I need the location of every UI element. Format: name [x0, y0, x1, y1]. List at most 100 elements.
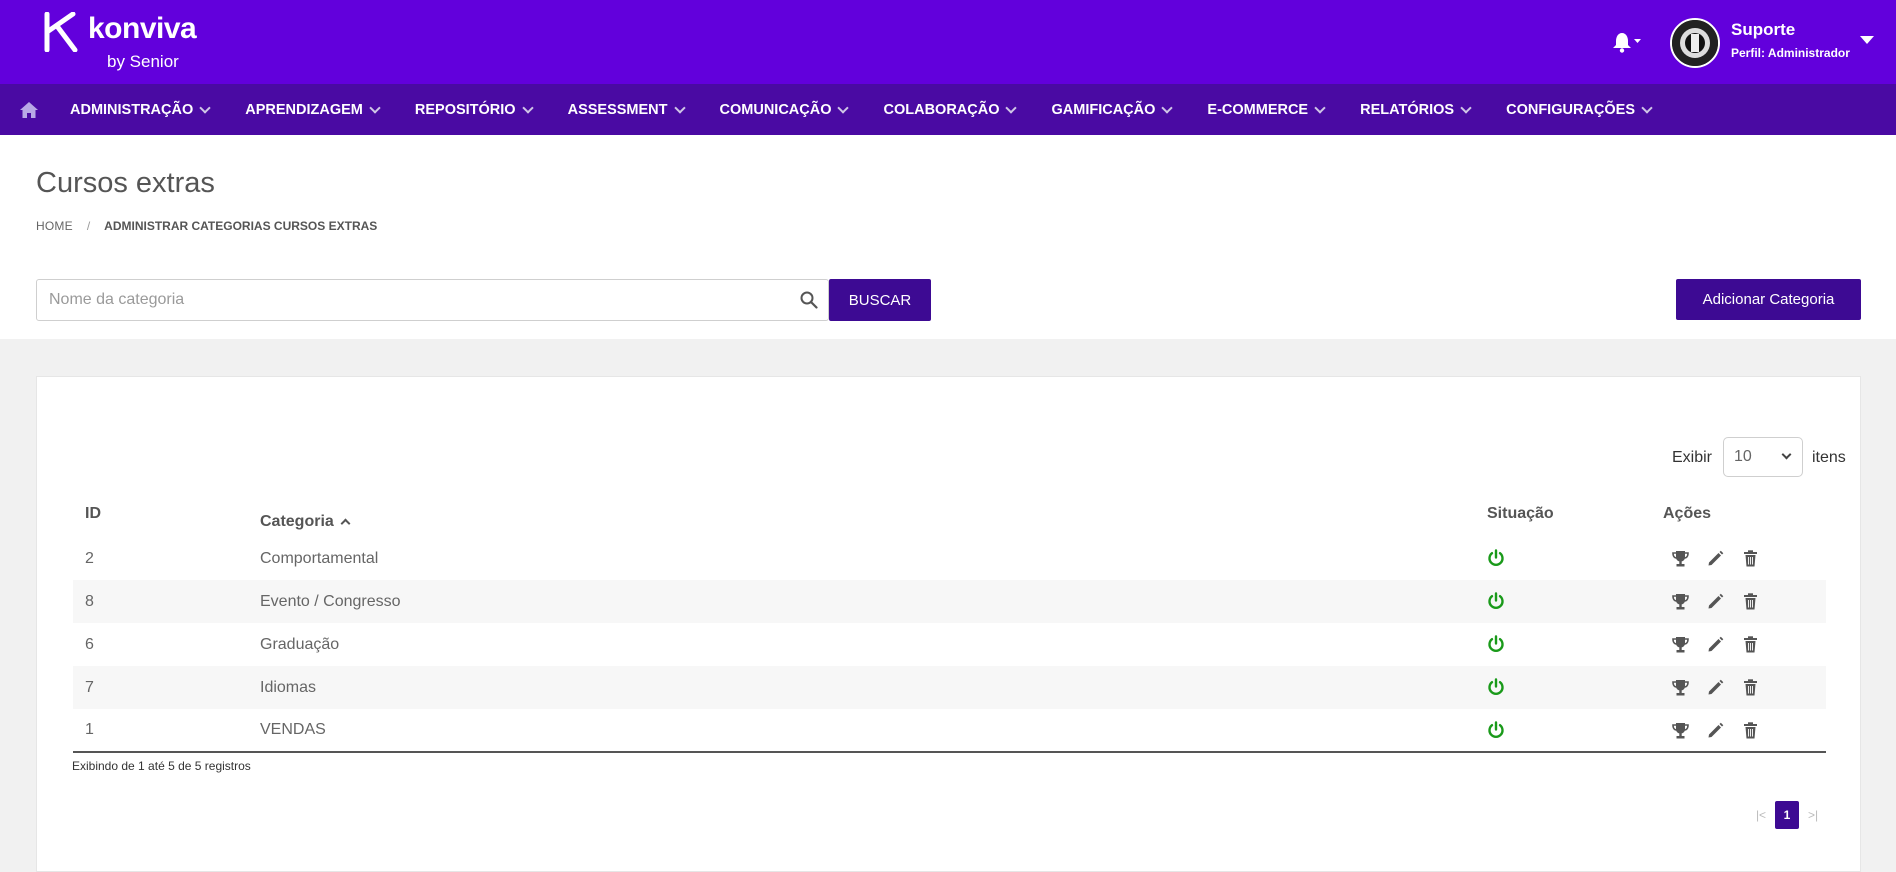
search-box	[36, 279, 829, 321]
cell-actions	[1651, 537, 1826, 580]
nav-item-comunicacao[interactable]: COMUNICAÇÃO	[708, 84, 860, 135]
chevron-down-icon	[1314, 101, 1326, 114]
breadcrumb-home-link[interactable]: HOME	[36, 219, 73, 233]
konviva-logo[interactable]: konviva by Senior	[43, 12, 203, 74]
chevron-down-icon	[521, 101, 534, 114]
power-icon[interactable]	[1487, 678, 1505, 696]
avatar[interactable]	[1670, 18, 1720, 68]
records-info: Exibindo de 1 até 5 de 5 registros	[72, 759, 251, 773]
user-menu-caret-icon[interactable]	[1860, 36, 1874, 44]
cell-status	[1475, 537, 1651, 580]
column-header-id[interactable]: ID	[73, 495, 248, 537]
trash-icon[interactable]	[1741, 549, 1760, 568]
nav-item-repositorio[interactable]: REPOSITÓRIO	[403, 84, 544, 135]
page-size-select[interactable]: 10	[1723, 437, 1803, 477]
user-name[interactable]: Suporte	[1731, 20, 1795, 40]
table-row: 8 Evento / Congresso	[73, 580, 1826, 623]
breadcrumb-separator: /	[86, 219, 91, 233]
power-icon[interactable]	[1487, 721, 1505, 739]
trash-icon[interactable]	[1741, 592, 1760, 611]
pencil-icon[interactable]	[1706, 678, 1725, 697]
power-icon[interactable]	[1487, 635, 1505, 653]
trash-icon[interactable]	[1741, 678, 1760, 697]
cell-id: 2	[85, 549, 94, 567]
chevron-down-icon	[369, 101, 381, 114]
home-nav-button[interactable]	[0, 84, 58, 135]
power-icon[interactable]	[1487, 592, 1505, 610]
table-row: 6 Graduação	[73, 623, 1826, 666]
trophy-icon[interactable]	[1671, 635, 1690, 654]
brand-byline: by Senior	[107, 52, 179, 71]
page-size-suffix: itens	[1812, 449, 1846, 466]
cell-id: 7	[73, 666, 248, 709]
chevron-down-icon	[673, 101, 686, 114]
cell-status	[1475, 580, 1651, 623]
pagination: |< 1 >|	[1753, 801, 1821, 829]
column-header-status[interactable]: Situação	[1475, 495, 1651, 537]
cell-actions	[1651, 623, 1826, 666]
power-icon[interactable]	[1487, 549, 1505, 567]
column-header-category[interactable]: Categoria	[248, 495, 1475, 537]
nav-item-aprendizagem[interactable]: APRENDIZAGEM	[233, 84, 391, 135]
page-size-label: Exibir	[1672, 449, 1713, 466]
nav-item-administracao[interactable]: ADMINISTRAÇÃO	[58, 84, 221, 135]
nav-label: ASSESSMENT	[567, 101, 668, 118]
first-page-button[interactable]: |<	[1753, 808, 1769, 822]
nav-label: E-COMMERCE	[1207, 101, 1309, 118]
nav-label: COMUNICAÇÃO	[719, 101, 832, 118]
trophy-icon[interactable]	[1671, 592, 1690, 611]
trophy-icon[interactable]	[1671, 721, 1690, 740]
konviva-k-icon	[44, 12, 78, 52]
categories-table: ID Categoria Situação Ações 2 Comportamen…	[73, 495, 1826, 753]
cell-category: Idiomas	[248, 666, 1475, 709]
cell-status	[1475, 623, 1651, 666]
nav-item-configuracoes[interactable]: CONFIGURAÇÕES	[1494, 84, 1663, 135]
trophy-icon[interactable]	[1671, 549, 1690, 568]
page-number-button[interactable]: 1	[1775, 801, 1799, 829]
page-size-value: 10	[1734, 448, 1752, 465]
avatar-image	[1672, 20, 1718, 66]
nav-label: APRENDIZAGEM	[245, 101, 363, 118]
pencil-icon[interactable]	[1706, 549, 1725, 568]
top-header: konviva by Senior Suporte Perfil: Admini…	[0, 0, 1896, 84]
pencil-icon[interactable]	[1706, 592, 1725, 611]
page-header: Cursos extras HOME / ADMINISTRAR CATEGOR…	[0, 135, 1896, 339]
search-icon[interactable]	[800, 291, 818, 309]
cell-id: 1	[73, 709, 248, 753]
nav-item-e-commerce[interactable]: E-COMMERCE	[1195, 84, 1336, 135]
nav-label: GAMIFICAÇÃO	[1051, 101, 1156, 118]
breadcrumb: HOME / ADMINISTRAR CATEGORIAS CURSOS EXT…	[36, 219, 377, 233]
nav-label: CONFIGURAÇÕES	[1506, 101, 1635, 118]
add-category-button[interactable]: Adicionar Categoria	[1676, 279, 1861, 320]
nav-item-relatorios[interactable]: RELATÓRIOS	[1348, 84, 1482, 135]
trash-icon[interactable]	[1741, 721, 1760, 740]
table-row: 1 VENDAS	[73, 709, 1826, 753]
cell-category: Evento / Congresso	[248, 580, 1475, 623]
search-input[interactable]	[37, 280, 777, 320]
cell-status	[1475, 666, 1651, 709]
nav-item-gamificacao[interactable]: GAMIFICAÇÃO	[1039, 84, 1183, 135]
trophy-icon[interactable]	[1671, 678, 1690, 697]
last-page-button[interactable]: >|	[1805, 808, 1821, 822]
cell-category: Graduação	[260, 635, 340, 653]
chevron-down-icon	[199, 101, 211, 114]
pencil-icon[interactable]	[1706, 635, 1725, 654]
cell-actions	[1651, 580, 1826, 623]
chevron-down-icon	[1161, 101, 1174, 114]
cell-category: Comportamental	[260, 549, 379, 567]
trash-icon[interactable]	[1741, 635, 1760, 654]
search-button[interactable]: BUSCAR	[829, 279, 931, 321]
column-header-category-label: Categoria	[260, 513, 334, 530]
table-header-row: ID Categoria Situação Ações	[73, 495, 1826, 537]
home-icon	[20, 101, 38, 118]
bell-icon[interactable]	[1612, 30, 1642, 54]
breadcrumb-current: ADMINISTRAR CATEGORIAS CURSOS EXTRAS	[104, 219, 378, 233]
nav-item-colaboracao[interactable]: COLABORAÇÃO	[871, 84, 1027, 135]
chevron-down-icon	[1641, 101, 1653, 114]
column-header-actions: Ações	[1663, 505, 1712, 522]
cell-id: 8	[73, 580, 248, 623]
pencil-icon[interactable]	[1706, 721, 1725, 740]
main-nav: ADMINISTRAÇÃO APRENDIZAGEM REPOSITÓRIO A…	[0, 84, 1896, 135]
nav-item-assessment[interactable]: ASSESSMENT	[556, 84, 696, 135]
cell-category: VENDAS	[248, 709, 1475, 753]
